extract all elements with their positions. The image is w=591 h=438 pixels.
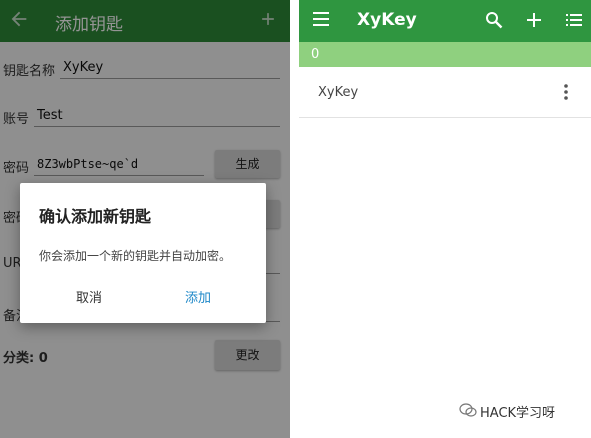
confirm-dialog: 确认添加新钥匙 你会添加一个新的钥匙并自动加密。 取消 添加 xyxy=(20,183,266,323)
key-name: XyKey xyxy=(318,85,359,100)
add-key-screen: 添加钥匙 钥匙名称 XyKey 账号 Test 密码 8Z3wbPtse~qe`… xyxy=(0,0,290,438)
watermark-text: HACK学习呀 xyxy=(480,406,556,421)
dialog-title: 确认添加新钥匙 xyxy=(39,207,152,226)
more-options-icon[interactable] xyxy=(563,84,569,100)
wechat-icon xyxy=(459,403,477,417)
menu-icon[interactable] xyxy=(313,12,329,26)
add-icon[interactable] xyxy=(525,11,543,29)
app-title: XyKey xyxy=(357,10,417,30)
list-view-icon[interactable] xyxy=(565,11,583,29)
add-confirm-button[interactable]: 添加 xyxy=(185,287,211,306)
key-count: 0 xyxy=(311,47,320,62)
panel-divider xyxy=(290,0,299,438)
cancel-button[interactable]: 取消 xyxy=(76,287,102,306)
search-icon[interactable] xyxy=(485,11,503,29)
list-item[interactable]: XyKey xyxy=(299,67,591,118)
category-count-bar[interactable]: 0 xyxy=(299,42,591,67)
key-list-screen: XyKey 0 XyKey HACK学习呀 xyxy=(299,0,591,438)
dialog-message: 你会添加一个新的钥匙并自动加密。 xyxy=(39,249,232,263)
main-toolbar: XyKey xyxy=(299,0,591,42)
